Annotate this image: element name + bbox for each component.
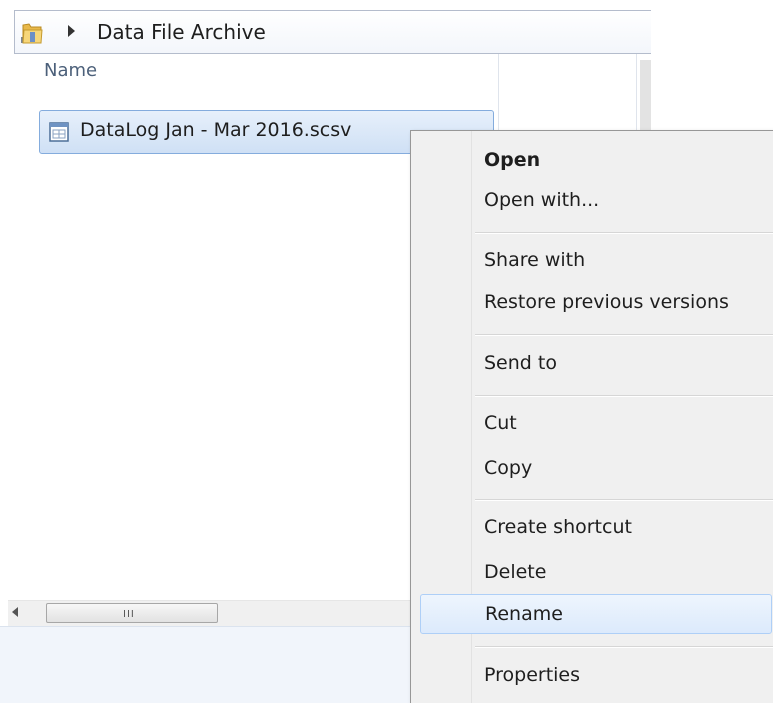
- menu-separator: [475, 499, 773, 501]
- menu-item-open-with[interactable]: Open with...: [411, 181, 773, 221]
- scroll-left-arrow-icon[interactable]: [12, 607, 18, 617]
- menu-separator: [475, 232, 773, 234]
- file-name: DataLog Jan - Mar 2016.scsv: [80, 119, 352, 141]
- column-header-name[interactable]: Name: [44, 60, 97, 81]
- column-header-row: Name: [0, 54, 651, 130]
- spreadsheet-file-icon: [49, 122, 69, 142]
- menu-item-cut[interactable]: Cut: [411, 404, 773, 444]
- menu-item-delete[interactable]: Delete: [411, 553, 773, 593]
- column-divider[interactable]: [636, 54, 637, 130]
- menu-item-send-to[interactable]: Send to: [411, 344, 773, 384]
- menu-item-open[interactable]: Open: [411, 141, 773, 181]
- breadcrumb-location[interactable]: Data File Archive: [97, 20, 266, 44]
- menu-item-label: Restore previous versions: [484, 291, 729, 313]
- menu-item-properties[interactable]: Properties: [411, 656, 773, 696]
- menu-item-label: Copy: [484, 457, 533, 479]
- menu-item-rename[interactable]: Rename: [420, 594, 772, 634]
- menu-item-label: Open with...: [484, 189, 600, 211]
- menu-item-create-shortcut[interactable]: Create shortcut: [411, 508, 773, 548]
- menu-item-label: Send to: [484, 352, 557, 374]
- menu-item-label: Create shortcut: [484, 516, 632, 538]
- folder-icon: [22, 23, 43, 44]
- menu-item-label: Rename: [485, 603, 563, 625]
- breadcrumb-arrow-icon[interactable]: [68, 25, 75, 37]
- menu-item-label: Delete: [484, 561, 547, 583]
- menu-item-copy[interactable]: Copy: [411, 449, 773, 489]
- menu-item-share-with[interactable]: Share with: [411, 241, 773, 281]
- context-menu: Open Open with... Share with Restore pre…: [410, 130, 773, 703]
- menu-item-label: Properties: [484, 664, 581, 686]
- menu-separator: [475, 334, 773, 336]
- menu-item-label: Cut: [484, 412, 517, 434]
- menu-separator: [475, 646, 773, 648]
- horizontal-scrollbar[interactable]: III: [8, 600, 418, 627]
- column-divider[interactable]: [498, 54, 499, 130]
- menu-separator: [475, 395, 773, 397]
- menu-item-label: Share with: [484, 249, 586, 271]
- menu-item-restore-previous-versions[interactable]: Restore previous versions: [411, 283, 773, 323]
- scrollbar-grip-icon: III: [123, 609, 135, 620]
- menu-item-label: Open: [484, 149, 541, 171]
- scrollbar-thumb[interactable]: III: [46, 603, 218, 623]
- address-bar[interactable]: Data File Archive: [14, 10, 651, 54]
